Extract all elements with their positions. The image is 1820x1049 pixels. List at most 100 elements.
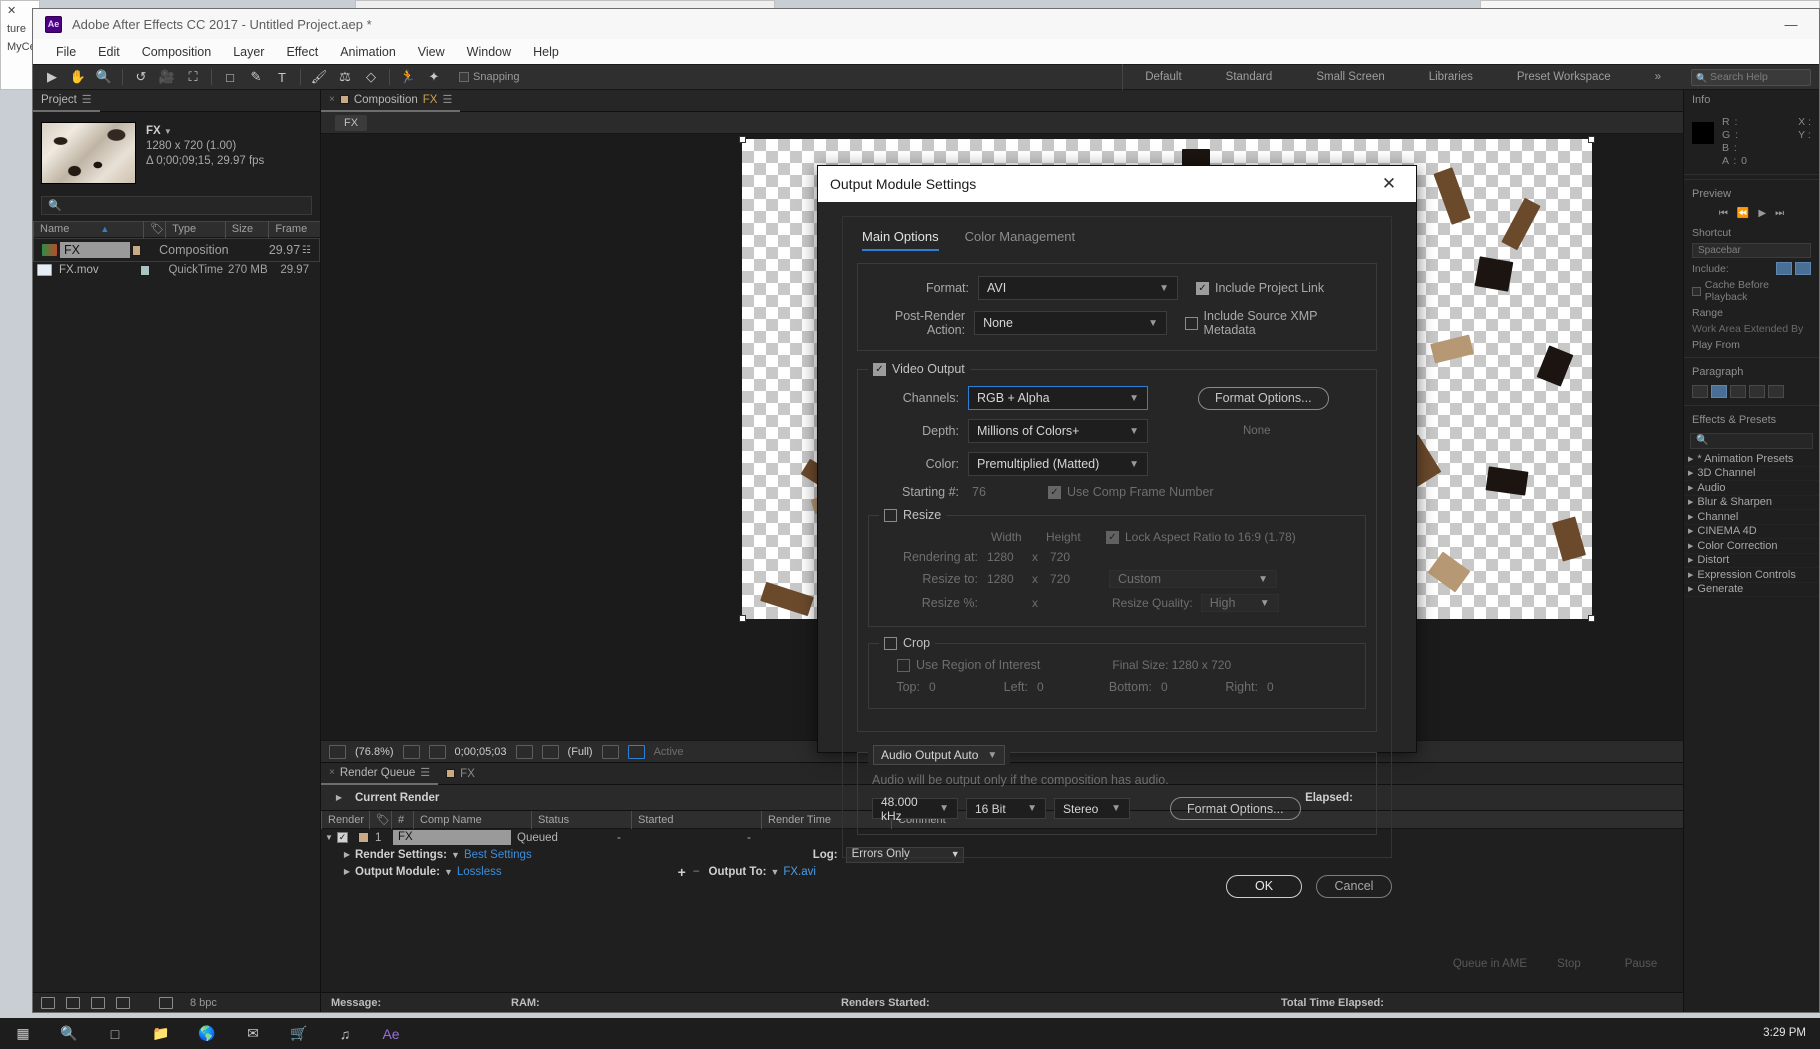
- include-video-icon[interactable]: [1776, 262, 1792, 275]
- menu-composition[interactable]: Composition: [131, 42, 222, 62]
- new-folder-icon[interactable]: [66, 996, 80, 1009]
- render-settings-expand-icon[interactable]: ▶: [339, 850, 355, 859]
- expand-triangle-icon[interactable]: ▶: [331, 793, 347, 802]
- project-row-fxmov[interactable]: FX.mov QuickTime 270 MB 29.97: [33, 262, 320, 278]
- close-icon[interactable]: ✕: [1374, 174, 1404, 194]
- roto-brush-tool-icon[interactable]: 🏃: [395, 66, 421, 88]
- align-left-icon[interactable]: [1692, 385, 1708, 398]
- search-taskbar-icon[interactable]: 🔍: [46, 1018, 92, 1049]
- eraser-tool-icon[interactable]: ◇: [358, 66, 384, 88]
- output-module-expand-icon[interactable]: ▶: [339, 867, 355, 876]
- grid-guides-icon[interactable]: [402, 744, 420, 759]
- search-help-input[interactable]: Search Help: [1691, 68, 1811, 86]
- snapping-toggle[interactable]: Snapping: [459, 71, 520, 83]
- start-button-icon[interactable]: ▦: [0, 1018, 46, 1049]
- menu-help[interactable]: Help: [522, 42, 570, 62]
- show-snapshot-icon[interactable]: [541, 744, 559, 759]
- align-center-icon[interactable]: [1711, 385, 1727, 398]
- tab-composition[interactable]: × Composition FX ☰: [321, 90, 461, 112]
- rq-col-number[interactable]: #: [391, 810, 413, 829]
- cache-before-playback-row[interactable]: Cache Before Playback: [1684, 277, 1819, 305]
- range-value[interactable]: Work Area Extended By: [1684, 321, 1819, 337]
- effects-item[interactable]: ▶ Blur & Sharpen: [1684, 496, 1819, 510]
- resize-quality-dropdown[interactable]: High ▼: [1200, 594, 1279, 612]
- video-output-legend[interactable]: ✓ Video Output: [868, 362, 970, 376]
- column-size[interactable]: Size: [224, 221, 269, 238]
- left-value[interactable]: 0: [1037, 680, 1099, 694]
- audio-rate-dropdown[interactable]: 48.000 kHz ▼: [872, 795, 958, 823]
- effects-item[interactable]: ▶ Channel: [1684, 510, 1819, 525]
- region-of-interest-icon[interactable]: [601, 744, 619, 759]
- output-to-value[interactable]: FX.avi: [783, 866, 816, 878]
- delete-icon[interactable]: [159, 996, 173, 1009]
- use-comp-frame-number-row[interactable]: ✓ Use Comp Frame Number: [1048, 485, 1214, 499]
- selection-tool-icon[interactable]: ▶: [39, 66, 65, 88]
- depth-dropdown[interactable]: Millions of Colors+ ▼: [968, 419, 1148, 443]
- top-value[interactable]: 0: [929, 680, 991, 694]
- rotation-tool-icon[interactable]: ↺: [128, 66, 154, 88]
- output-module-dropdown-icon[interactable]: ▼: [444, 867, 453, 877]
- clone-stamp-tool-icon[interactable]: ⚖: [332, 66, 358, 88]
- format-options-button[interactable]: Format Options...: [1198, 386, 1329, 410]
- effects-item[interactable]: ▶ Expression Controls: [1684, 568, 1819, 583]
- use-roi-checkbox[interactable]: [897, 658, 910, 672]
- add-output-module-button[interactable]: +: [678, 864, 686, 880]
- sort-ascending-icon[interactable]: ▲: [100, 224, 109, 234]
- justify-last-left-icon[interactable]: [1749, 385, 1765, 398]
- cache-checkbox[interactable]: [1692, 286, 1701, 296]
- rq-col-comp-name[interactable]: Comp Name: [413, 810, 531, 829]
- effects-item[interactable]: ▶ Generate: [1684, 583, 1819, 597]
- label-swatch[interactable]: [140, 264, 151, 276]
- resize-to-height[interactable]: 720: [1050, 572, 1095, 586]
- taskbar-clock[interactable]: 3:29 PM: [1763, 1027, 1820, 1040]
- tab-render-queue[interactable]: × Render Queue ☰: [321, 763, 439, 785]
- audio-channels-dropdown[interactable]: Stereo ▼: [1054, 798, 1130, 819]
- audio-output-legend[interactable]: Audio Output Auto ▼: [868, 745, 1011, 765]
- post-render-dropdown[interactable]: None ▼: [974, 311, 1167, 335]
- hand-tool-icon[interactable]: ✋: [65, 66, 91, 88]
- rq-col-status[interactable]: Status: [531, 810, 631, 829]
- resize-legend[interactable]: Resize: [879, 508, 947, 522]
- menu-view[interactable]: View: [407, 42, 456, 62]
- project-menu-icon[interactable]: ☰: [82, 93, 92, 106]
- effects-item[interactable]: ▶ Audio: [1684, 481, 1819, 496]
- include-audio-icon[interactable]: [1795, 262, 1811, 275]
- menu-effect[interactable]: Effect: [275, 42, 329, 62]
- right-value[interactable]: 0: [1267, 680, 1274, 694]
- lock-aspect-row[interactable]: ✓ Lock Aspect Ratio to 16:9 (1.78): [1106, 530, 1296, 544]
- snapping-checkbox-icon[interactable]: [459, 72, 469, 82]
- crop-checkbox[interactable]: [884, 636, 897, 650]
- remove-output-module-button[interactable]: −: [693, 866, 700, 878]
- render-settings-dropdown-icon[interactable]: ▼: [451, 850, 460, 860]
- column-label-swatch[interactable]: 🏷: [143, 221, 165, 238]
- after-effects-taskbar-icon[interactable]: Ae: [368, 1018, 414, 1049]
- menu-edit[interactable]: Edit: [87, 42, 131, 62]
- pen-tool-icon[interactable]: ✎: [243, 66, 269, 88]
- rq-col-label-icon[interactable]: 🏷: [369, 810, 391, 829]
- media-icon[interactable]: ♫: [322, 1018, 368, 1049]
- task-view-icon[interactable]: □: [92, 1018, 138, 1049]
- mail-icon[interactable]: ✉: [230, 1018, 276, 1049]
- align-right-icon[interactable]: [1730, 385, 1746, 398]
- tab-color-management[interactable]: Color Management: [965, 229, 1076, 251]
- rq-col-started[interactable]: Started: [631, 810, 761, 829]
- render-settings-value[interactable]: Best Settings: [464, 849, 532, 861]
- workspace-small-screen[interactable]: Small Screen: [1294, 64, 1406, 90]
- selection-handle[interactable]: [1588, 615, 1595, 622]
- effects-item[interactable]: ▶ * Animation Presets: [1684, 452, 1819, 467]
- resize-preset-dropdown[interactable]: Custom ▼: [1109, 570, 1277, 588]
- bit-depth-label[interactable]: 8 bpc: [190, 997, 217, 1009]
- breadcrumb[interactable]: FX: [335, 114, 368, 131]
- shortcut-value[interactable]: Spacebar: [1692, 243, 1811, 258]
- column-type[interactable]: Type: [165, 221, 224, 238]
- queue-in-ame-button[interactable]: Queue in AME: [1453, 958, 1527, 970]
- store-icon[interactable]: 🛒: [276, 1018, 322, 1049]
- snapshot-icon[interactable]: [515, 744, 533, 759]
- browser-icon[interactable]: 🌎: [184, 1018, 230, 1049]
- text-tool-icon[interactable]: T: [269, 66, 295, 88]
- selection-handle[interactable]: [739, 136, 746, 143]
- output-to-dropdown-icon[interactable]: ▼: [770, 867, 779, 877]
- explorer-icon[interactable]: 📁: [138, 1018, 184, 1049]
- audio-depth-dropdown[interactable]: 16 Bit ▼: [966, 798, 1046, 819]
- mask-icon[interactable]: [428, 744, 446, 759]
